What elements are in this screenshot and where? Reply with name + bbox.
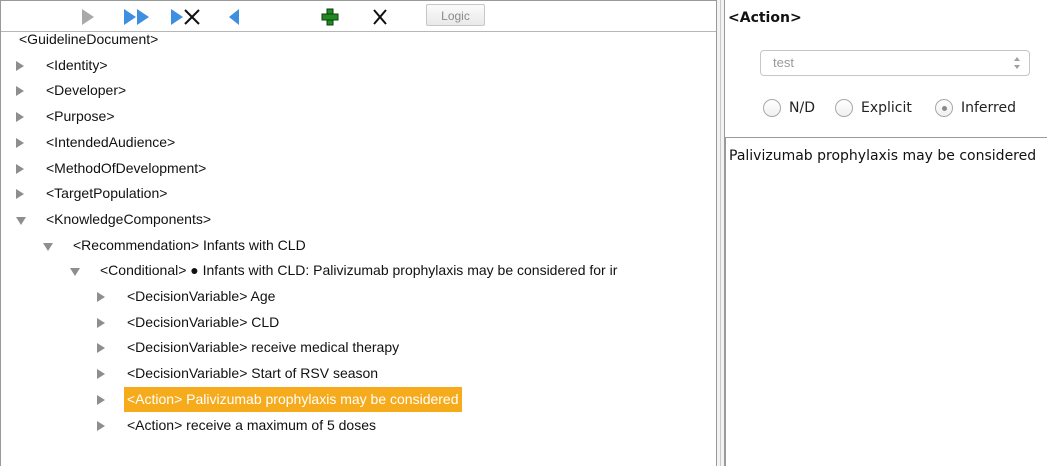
- collapsed-triangle-icon[interactable]: [16, 189, 24, 200]
- collapsed-triangle-icon[interactable]: [97, 394, 105, 405]
- tree-node-label: <GuidelineDocument>: [19, 31, 159, 47]
- logic-button[interactable]: Logic: [426, 4, 485, 26]
- expanded-triangle-icon[interactable]: [70, 268, 80, 277]
- tree-node[interactable]: <Action> Palivizumab prophylaxis may be …: [1, 386, 717, 412]
- tree-node[interactable]: <GuidelineDocument>: [1, 27, 717, 52]
- split-pane-divider[interactable]: [716, 0, 725, 466]
- radio-inferred-circle[interactable]: [935, 99, 953, 117]
- tree-node-label: <Purpose>: [46, 108, 115, 125]
- radio-explicit-circle[interactable]: [835, 99, 853, 117]
- collapsed-triangle-icon[interactable]: [97, 292, 105, 302]
- select-value: test: [773, 55, 794, 70]
- collapsed-triangle-icon[interactable]: [97, 369, 105, 380]
- tree-node-label: <Identity>: [46, 56, 108, 73]
- tree-node-label: <DecisionVariable> CLD: [127, 313, 280, 330]
- detail-title: <Action>: [728, 10, 802, 26]
- tree-node[interactable]: <DecisionVariable> Start of RSV season: [1, 361, 717, 386]
- tree-node[interactable]: <Action> receive a maximum of 5 doses: [1, 413, 717, 438]
- tree-node[interactable]: <Purpose>: [1, 104, 717, 129]
- radio-explicit-label: Explicit: [861, 100, 912, 116]
- tree-node[interactable]: <DecisionVariable> CLD: [1, 310, 717, 335]
- radio-nd-label: N/D: [789, 100, 815, 116]
- tree-node-label: <DecisionVariable> Age: [127, 288, 276, 304]
- test-select[interactable]: test: [760, 50, 1030, 76]
- radio-nd-circle[interactable]: [763, 99, 781, 117]
- spinner-arrows-icon: [1014, 57, 1020, 69]
- description-text-area[interactable]: Palivizumab prophylaxis may be considere…: [725, 137, 1047, 466]
- tree-node[interactable]: <Identity>: [1, 53, 717, 78]
- tree-node[interactable]: <MethodOfDevelopment>: [1, 156, 717, 181]
- radio-nd[interactable]: N/D: [763, 96, 815, 120]
- radio-inferred-label: Inferred: [961, 100, 1017, 116]
- detail-pane: <Action> test N/D Explicit Inferred Pali…: [725, 0, 1047, 466]
- tree-node[interactable]: <KnowledgeComponents>: [1, 207, 717, 232]
- expanded-triangle-icon[interactable]: [43, 242, 53, 251]
- radio-inferred[interactable]: Inferred: [935, 96, 1016, 120]
- tree-node-label: <Action> Palivizumab prophylaxis may be …: [124, 386, 462, 412]
- collapsed-triangle-icon[interactable]: [16, 137, 24, 148]
- tree-node-label: <TargetPopulation>: [46, 185, 168, 202]
- expanded-triangle-icon[interactable]: [16, 216, 26, 225]
- tree-node-label: <IntendedAudience>: [46, 133, 176, 150]
- tree-node[interactable]: <Conditional> ● Infants with CLD: Palivi…: [1, 258, 717, 283]
- collapsed-triangle-icon[interactable]: [16, 163, 24, 174]
- tree-node-label: <Action> receive a maximum of 5 doses: [127, 416, 377, 433]
- tree-node-label: <DecisionVariable> receive medical thera…: [127, 339, 400, 356]
- tree-node[interactable]: <DecisionVariable> receive medical thera…: [1, 335, 717, 360]
- radio-explicit[interactable]: Explicit: [835, 96, 912, 120]
- tree-node-label: <MethodOfDevelopment>: [46, 159, 207, 176]
- tree-node-label: <Developer>: [46, 82, 127, 99]
- tree-node-label: <Recommendation> Infants with CLD: [73, 236, 306, 253]
- tree-node[interactable]: <IntendedAudience>: [1, 130, 717, 155]
- tree-node[interactable]: <Developer>: [1, 78, 717, 103]
- tree-pane: Logic <GuidelineDocument> <Identity> <Deve…: [0, 0, 716, 466]
- tree-node-label: <KnowledgeComponents>: [46, 210, 212, 227]
- description-text: Palivizumab prophylaxis may be considere…: [729, 148, 1037, 164]
- tree-node[interactable]: <TargetPopulation>: [1, 181, 717, 206]
- tree-node-label: <Conditional> ● Infants with CLD: Palivi…: [100, 262, 618, 279]
- collapsed-triangle-icon[interactable]: [97, 420, 105, 431]
- collapsed-triangle-icon[interactable]: [16, 60, 24, 71]
- collapsed-triangle-icon[interactable]: [97, 317, 105, 328]
- collapsed-triangle-icon[interactable]: [16, 86, 24, 97]
- tree-node-label: <DecisionVariable> Start of RSV season: [127, 365, 379, 382]
- collapsed-triangle-icon[interactable]: [97, 343, 105, 354]
- tree-node[interactable]: <Recommendation> Infants with CLD: [1, 233, 717, 258]
- collapsed-triangle-icon[interactable]: [16, 112, 24, 123]
- tree-node[interactable]: <DecisionVariable> Age: [1, 284, 717, 309]
